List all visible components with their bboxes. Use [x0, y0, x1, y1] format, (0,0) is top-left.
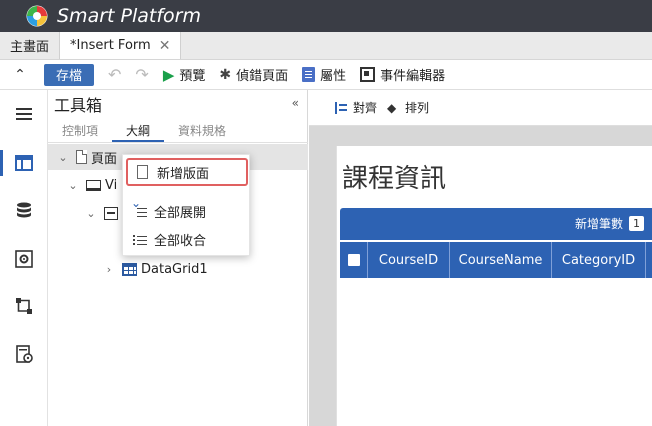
document-tab-bar: 主畫面 *Insert Form ✕ — [0, 32, 652, 60]
subtab-outline[interactable]: 大綱 — [112, 120, 165, 142]
menu-item-collapse-all[interactable]: 全部收合 — [123, 225, 251, 253]
page-icon — [137, 165, 148, 179]
undo-icon[interactable]: ↶ — [108, 65, 121, 84]
arrange-button[interactable]: ◆ 排列 — [387, 99, 429, 116]
title-bar: Smart Platform — [0, 0, 652, 32]
tree-node-datagrid[interactable]: › DataGrid1 — [48, 256, 308, 282]
toolbox-panel: 工具箱 « 控制項 大綱 資料規格 ⌄ 頁面 ⌄ Vi ⌄ › DataGrid… — [48, 90, 308, 426]
play-icon: ▶ — [162, 65, 175, 84]
settings-panel-icon[interactable] — [14, 249, 34, 269]
workflow-icon[interactable] — [14, 296, 34, 316]
select-all-checkbox[interactable] — [340, 242, 368, 278]
tree-node-view-label: Vi — [105, 177, 118, 193]
tab-home[interactable]: 主畫面 — [0, 32, 61, 59]
debug-page-label: 偵錯頁面 — [236, 69, 289, 84]
preview-label: 預覽 — [179, 69, 206, 84]
datagrid-column-header: CourseID CourseName CategoryID — [340, 242, 652, 278]
column-header-courseid[interactable]: CourseID — [368, 242, 450, 278]
chevron-right-icon[interactable]: › — [102, 263, 116, 276]
close-tab-icon[interactable]: ✕ — [159, 38, 171, 54]
chevron-down-icon[interactable]: ⌄ — [56, 151, 70, 164]
menu-item-add-layout[interactable]: 新增版面 — [126, 158, 248, 186]
page-icon — [76, 150, 87, 164]
layers-icon: ◆ — [387, 100, 397, 115]
app-title: Smart Platform — [57, 5, 201, 27]
tab-insert-form[interactable]: *Insert Form ✕ — [60, 32, 182, 59]
form-title[interactable]: 課程資訊 — [342, 158, 446, 195]
double-chevron-up-icon[interactable]: ⌃ — [0, 67, 40, 83]
align-icon — [335, 101, 349, 114]
add-count-control[interactable]: 新增筆數 1 — [575, 215, 644, 232]
add-count-label: 新增筆數 — [574, 217, 623, 231]
tree-node-page-label: 頁面 — [91, 151, 118, 167]
menu-item-expand-all-label: 全部展開 — [154, 205, 207, 221]
event-editor-label: 事件編輯器 — [380, 69, 446, 84]
checkbox-icon — [347, 254, 360, 266]
panel-icon — [104, 206, 118, 220]
property-button[interactable]: 屬性 — [302, 65, 346, 84]
chevron-down-icon[interactable]: ⌄ — [66, 179, 80, 192]
column-header-categoryid[interactable]: CategoryID — [552, 242, 646, 278]
align-label: 對齊 — [353, 101, 378, 115]
datagrid-icon — [122, 262, 137, 276]
rail-selected-indicator — [0, 150, 3, 176]
property-label: 屬性 — [320, 69, 347, 84]
left-icon-rail — [0, 90, 48, 426]
menu-item-add-layout-label: 新增版面 — [157, 166, 210, 182]
database-icon[interactable] — [14, 201, 34, 221]
debug-page-button[interactable]: ✱ 偵錯頁面 — [219, 65, 289, 85]
monitor-icon — [86, 179, 101, 191]
datagrid-header-bar[interactable]: 新增筆數 1 — [340, 208, 652, 240]
layout-icon[interactable] — [14, 153, 34, 173]
save-button[interactable]: 存檔 — [44, 63, 95, 86]
tab-insert-form-label: *Insert Form — [70, 38, 151, 53]
collapse-all-icon — [133, 232, 147, 246]
add-count-value[interactable]: 1 — [629, 216, 644, 231]
align-button[interactable]: 對齊 — [335, 99, 377, 116]
hamburger-menu-icon[interactable] — [14, 104, 34, 124]
event-editor-icon — [360, 67, 376, 82]
subtab-controls[interactable]: 控制項 — [48, 120, 112, 142]
tab-home-label: 主畫面 — [10, 40, 50, 55]
page-settings-icon[interactable] — [14, 344, 34, 364]
bug-icon: ✱ — [219, 66, 232, 83]
menu-item-expand-all[interactable]: 全部展開 — [123, 196, 251, 225]
toolbox-subtabs: 控制項 大綱 資料規格 — [48, 120, 308, 142]
chevron-down-icon[interactable]: ⌄ — [84, 207, 98, 220]
preview-button[interactable]: ▶ 預覽 — [162, 65, 206, 85]
column-header-coursename[interactable]: CourseName — [450, 242, 552, 278]
designer-toolbar: 對齊 ◆ 排列 — [309, 90, 652, 126]
toolbox-title: 工具箱 — [54, 96, 103, 115]
expand-all-icon — [131, 196, 147, 218]
subtab-divider — [48, 142, 308, 143]
tree-node-datagrid-label: DataGrid1 — [141, 261, 208, 277]
menu-item-collapse-all-label: 全部收合 — [154, 233, 207, 249]
property-list-icon — [302, 67, 316, 82]
redo-icon[interactable]: ↷ — [135, 65, 148, 84]
event-editor-button[interactable]: 事件編輯器 — [360, 65, 445, 84]
main-toolbar: ⌃ 存檔 ↶ ↷ ▶ 預覽 ✱ 偵錯頁面 屬性 事件編輯器 — [0, 60, 652, 90]
arrange-label: 排列 — [405, 101, 430, 115]
app-logo-icon — [26, 5, 48, 27]
subtab-data-spec[interactable]: 資料規格 — [164, 120, 240, 142]
double-chevron-left-icon[interactable]: « — [292, 96, 299, 110]
context-menu: 新增版面 全部展開 全部收合 — [122, 154, 250, 256]
